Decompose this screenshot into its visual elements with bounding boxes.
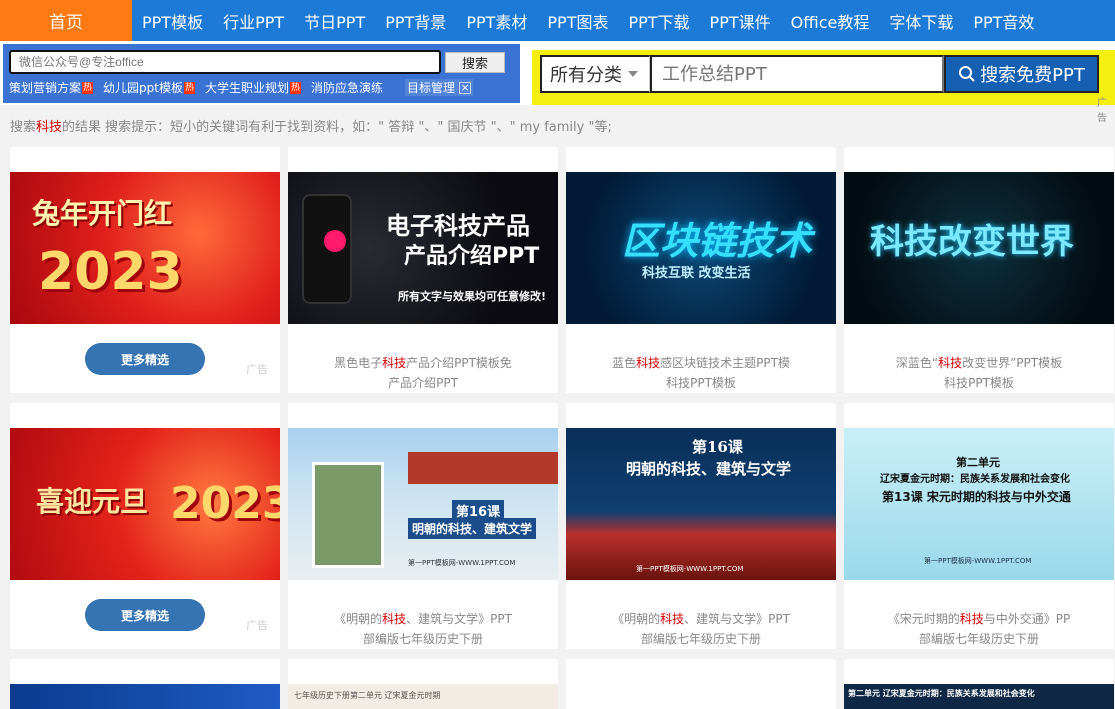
ad-card: 兔年开门红 2023 更多精选 广告 xyxy=(10,147,280,393)
search-icon xyxy=(959,66,975,82)
template-caption[interactable]: 黑色电子科技产品介绍PPT模板免 产品介绍PPT xyxy=(288,353,558,393)
more-picks-button[interactable]: 更多精选 xyxy=(85,343,205,375)
nav-home[interactable]: 首页 xyxy=(0,0,132,41)
template-caption[interactable]: 《宋元时期的科技与中外交通》PP 部编版七年级历史下册 xyxy=(844,609,1114,649)
ppt-search-button[interactable]: 搜索免费PPT xyxy=(944,55,1099,93)
nav-industry-ppt[interactable]: 行业PPT xyxy=(213,0,294,41)
top-nav: 首页 PPT模板 行业PPT 节日PPT PPT背景 PPT素材 PPT图表 P… xyxy=(0,0,1115,41)
nav-font-download[interactable]: 字体下载 xyxy=(879,0,963,41)
template-card[interactable]: 科技改变世界 深蓝色“科技改变世界”PPT模板 科技PPT模板 xyxy=(844,147,1114,393)
hot-keyword[interactable]: 策划营销方案热 xyxy=(9,79,94,96)
site-search-panel: 搜索 策划营销方案热 幼儿园ppt模板热 大学生职业规划热 消防应急演练 目标管… xyxy=(3,44,520,103)
ad-thumbnail[interactable]: 兔年开门红 2023 xyxy=(10,172,280,324)
template-caption[interactable]: 《明朝的科技、建筑与文学》PPT 部编版七年级历史下册 xyxy=(288,609,558,649)
hot-badge: 热 xyxy=(183,81,195,94)
template-thumbnail[interactable]: 第二单元 辽宋夏金元时期：民族关系发展和社会变化 第13课 宋元时期的科技与中外… xyxy=(844,428,1114,580)
hot-keyword[interactable]: 大学生职业规划热 xyxy=(205,79,302,96)
template-thumbnail[interactable]: 第16课 明朝的科技、建筑文学 第一PPT模板网-WWW.1PPT.COM xyxy=(288,428,558,580)
goal-tag[interactable]: 目标管理 × xyxy=(405,79,474,96)
chevron-down-icon xyxy=(628,71,638,77)
hot-badge: 热 xyxy=(290,81,302,94)
template-card[interactable] xyxy=(566,659,836,709)
nav-holiday-ppt[interactable]: 节日PPT xyxy=(294,0,375,41)
category-select[interactable]: 所有分类 xyxy=(540,55,650,93)
template-thumbnail[interactable]: 区块链技术 科技互联 改变生活 xyxy=(566,172,836,324)
nav-ppt-charts[interactable]: PPT图表 xyxy=(537,0,618,41)
ad-label: 广告 xyxy=(246,363,268,376)
template-card[interactable]: 区块链技术 科技互联 改变生活 蓝色科技感区块链技术主题PPT模 科技PPT模板 xyxy=(566,147,836,393)
hot-keywords: 策划营销方案热 幼儿园ppt模板热 大学生职业规划热 消防应急演练 目标管理 × xyxy=(9,79,474,96)
template-card[interactable]: 第16课 明朝的科技、建筑文学 第一PPT模板网-WWW.1PPT.COM 《明… xyxy=(288,403,558,649)
template-thumbnail[interactable]: 科技改变世界 xyxy=(844,172,1114,324)
template-thumbnail[interactable]: 第二单元 辽宋夏金元时期：民族关系发展和社会变化 xyxy=(844,684,1114,709)
site-search-button[interactable]: 搜索 xyxy=(445,52,505,73)
hot-keyword[interactable]: 消防应急演练 xyxy=(311,79,383,96)
nav-ppt-sound[interactable]: PPT音效 xyxy=(963,0,1044,41)
template-thumbnail[interactable]: 第16课 明朝的科技、建筑与文学 第一PPT模板网-WWW.1PPT.COM xyxy=(566,428,836,580)
nav-ppt-templates[interactable]: PPT模板 xyxy=(132,0,213,41)
ad-card: 喜迎元旦 2023 更多精选 广告 xyxy=(10,403,280,649)
ppt-search-input[interactable] xyxy=(650,55,944,93)
nav-office-tutorials[interactable]: Office教程 xyxy=(781,0,880,41)
template-caption[interactable]: 深蓝色“科技改变世界”PPT模板 科技PPT模板 xyxy=(844,353,1114,393)
site-search-input[interactable] xyxy=(9,50,441,74)
template-thumbnail[interactable]: 电子科技产品 产品介绍PPT 所有文字与效果均可任意修改! xyxy=(288,172,558,324)
template-card[interactable]: 第16课 明朝的科技、建筑与文学 第一PPT模板网-WWW.1PPT.COM 《… xyxy=(566,403,836,649)
more-picks-button[interactable]: 更多精选 xyxy=(85,599,205,631)
template-card[interactable]: 第二单元 辽宋夏金元时期：民族关系发展和社会变化 xyxy=(844,659,1114,709)
ad-label: 广告 xyxy=(1097,98,1107,124)
ad-thumbnail[interactable]: 喜迎元旦 2023 xyxy=(10,428,280,580)
template-thumbnail[interactable]: 七年级历史下册第二单元 辽宋夏金元时期 xyxy=(288,684,558,709)
nav-ppt-materials[interactable]: PPT素材 xyxy=(456,0,537,41)
nav-ppt-courseware[interactable]: PPT课件 xyxy=(700,0,781,41)
nav-ppt-download[interactable]: PPT下载 xyxy=(618,0,699,41)
template-card[interactable]: 第二单元 辽宋夏金元时期：民族关系发展和社会变化 第13课 宋元时期的科技与中外… xyxy=(844,403,1114,649)
template-card[interactable]: 七年级历史下册第二单元 辽宋夏金元时期 xyxy=(288,659,558,709)
search-strip: 搜索 策划营销方案热 幼儿园ppt模板热 大学生职业规划热 消防应急演练 目标管… xyxy=(0,41,1115,124)
hot-keyword[interactable]: 幼儿园ppt模板热 xyxy=(103,79,195,96)
template-thumbnail[interactable] xyxy=(10,684,280,709)
nav-ppt-backgrounds[interactable]: PPT背景 xyxy=(375,0,456,41)
template-caption[interactable]: 《明朝的科技、建筑与文学》PPT 部编版七年级历史下册 xyxy=(566,609,836,649)
template-caption[interactable]: 蓝色科技感区块链技术主题PPT模 科技PPT模板 xyxy=(566,353,836,393)
ad-label: 广告 xyxy=(246,619,268,632)
search-tip: 搜索科技的结果 搜索提示：短小的关键词有利于找到资料，如：" 答辩 "、" 国庆… xyxy=(10,120,612,135)
ppt-search-panel: 所有分类 搜索免费PPT 广告 xyxy=(532,50,1115,124)
hot-badge: 热 xyxy=(82,81,94,94)
template-card[interactable]: 电子科技产品 产品介绍PPT 所有文字与效果均可任意修改! 黑色电子科技产品介绍… xyxy=(288,147,558,393)
search-keyword: 科技 xyxy=(36,120,63,135)
close-icon[interactable]: × xyxy=(459,81,472,94)
template-card[interactable] xyxy=(10,659,280,709)
